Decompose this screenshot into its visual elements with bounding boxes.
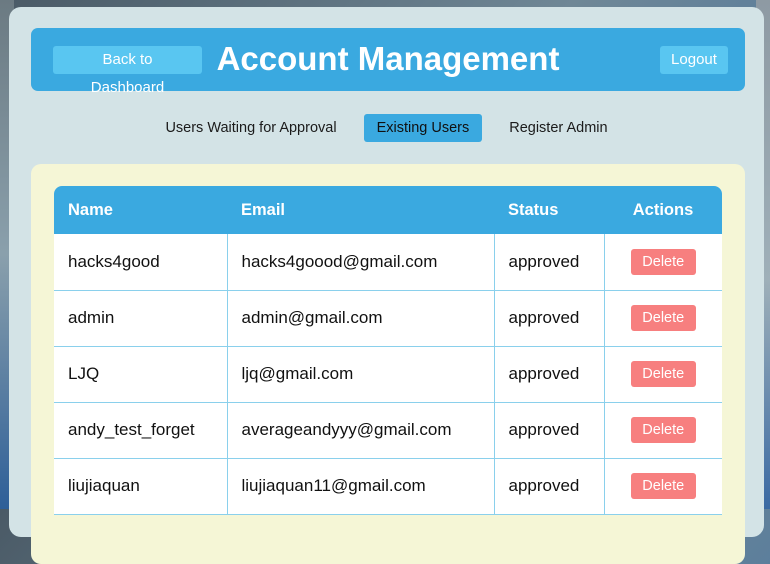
table-row: liujiaquan liujiaquan11@gmail.com approv… bbox=[54, 458, 722, 515]
table-row: LJQ ljq@gmail.com approved Delete bbox=[54, 346, 722, 403]
cell-status: approved bbox=[493, 458, 605, 515]
users-table-container: Name Email Status Actions hacks4good hac… bbox=[54, 186, 722, 515]
header-bar: Back to Dashboard Account Management Log… bbox=[31, 28, 745, 96]
content-area: Name Email Status Actions hacks4good hac… bbox=[31, 164, 745, 564]
cell-status: approved bbox=[493, 234, 605, 291]
cell-actions: Delete bbox=[603, 290, 722, 347]
cell-email: averageandyyy@gmail.com bbox=[226, 402, 495, 459]
back-to-dashboard-button[interactable]: Back to Dashboard bbox=[53, 46, 202, 96]
tab-users-waiting-approval[interactable]: Users Waiting for Approval bbox=[152, 114, 349, 142]
delete-button[interactable]: Delete bbox=[630, 305, 696, 331]
tab-register-admin[interactable]: Register Admin bbox=[496, 114, 620, 142]
cell-name: liujiaquan bbox=[54, 458, 228, 515]
cell-name: admin bbox=[54, 290, 228, 347]
cell-actions: Delete bbox=[603, 402, 722, 459]
users-table: Name Email Status Actions hacks4good hac… bbox=[54, 186, 722, 515]
cell-email: admin@gmail.com bbox=[226, 290, 495, 347]
cell-status: approved bbox=[493, 346, 605, 403]
tab-bar: Users Waiting for Approval Existing User… bbox=[9, 114, 764, 142]
cell-name: hacks4good bbox=[54, 234, 228, 291]
delete-button[interactable]: Delete bbox=[630, 473, 696, 499]
cell-actions: Delete bbox=[603, 458, 722, 515]
cell-actions: Delete bbox=[603, 346, 722, 403]
table-header-row: Name Email Status Actions bbox=[54, 186, 722, 234]
cell-status: approved bbox=[493, 290, 605, 347]
table-row: hacks4good hacks4goood@gmail.com approve… bbox=[54, 234, 722, 291]
tab-existing-users[interactable]: Existing Users bbox=[363, 114, 483, 142]
cell-name: andy_test_forget bbox=[54, 402, 228, 459]
cell-email: ljq@gmail.com bbox=[226, 346, 495, 403]
cell-name: LJQ bbox=[54, 346, 228, 403]
column-header-name: Name bbox=[54, 186, 227, 234]
table-row: andy_test_forget averageandyyy@gmail.com… bbox=[54, 402, 722, 459]
cell-email: liujiaquan11@gmail.com bbox=[226, 458, 495, 515]
delete-button[interactable]: Delete bbox=[630, 417, 696, 443]
cell-email: hacks4goood@gmail.com bbox=[226, 234, 495, 291]
column-header-actions: Actions bbox=[604, 186, 722, 234]
cell-actions: Delete bbox=[603, 234, 722, 291]
column-header-status: Status bbox=[494, 186, 604, 234]
cell-status: approved bbox=[493, 402, 605, 459]
delete-button[interactable]: Delete bbox=[630, 248, 696, 275]
table-row: admin admin@gmail.com approved Delete bbox=[54, 290, 722, 347]
main-panel: Back to Dashboard Account Management Log… bbox=[9, 7, 764, 564]
logout-button[interactable]: Logout bbox=[660, 46, 728, 74]
column-header-email: Email bbox=[227, 186, 494, 234]
delete-button[interactable]: Delete bbox=[630, 361, 696, 387]
